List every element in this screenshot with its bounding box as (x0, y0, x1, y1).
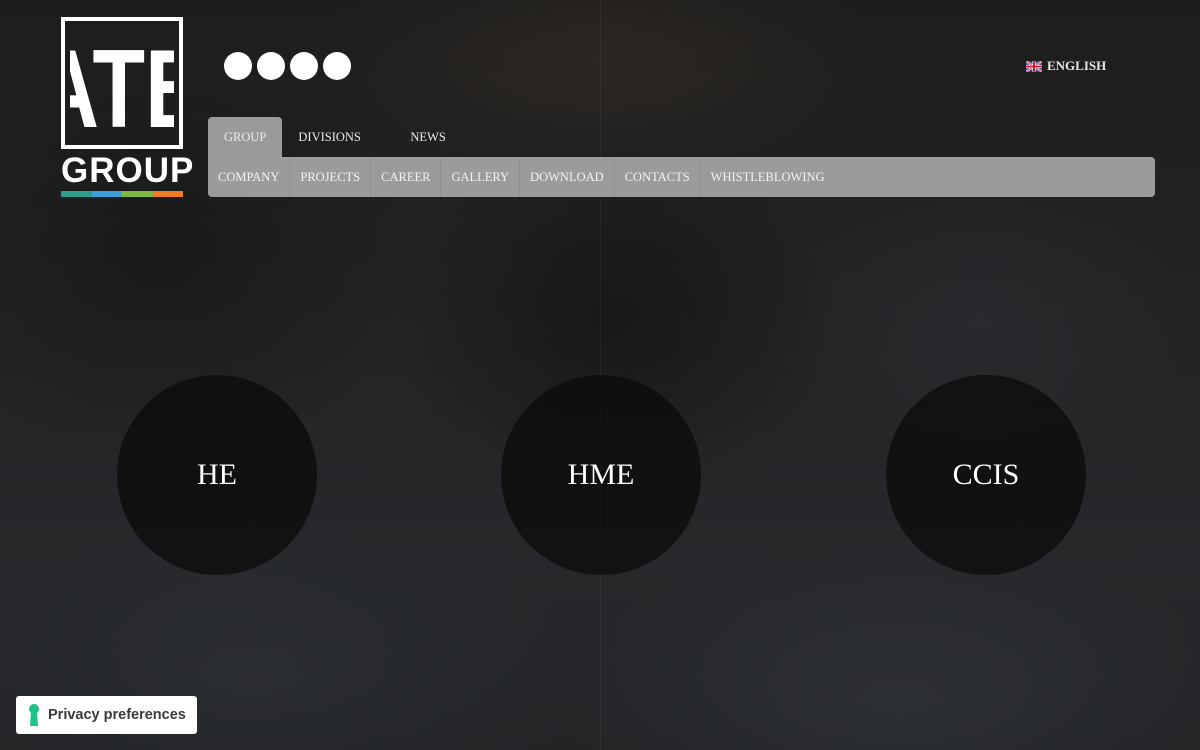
main-nav-tabs: GROUP DIVISIONS NEWS (208, 117, 462, 157)
logo-color-bar (61, 191, 183, 197)
submenu-item-company[interactable]: COMPANY (208, 157, 291, 197)
logo-bar-segment-2 (91, 191, 122, 197)
submenu-item-download[interactable]: DOWNLOAD (520, 157, 615, 197)
language-label: ENGLISH (1047, 58, 1107, 73)
submenu-item-contacts[interactable]: CONTACTS (615, 157, 701, 197)
logo-bar-segment-1 (61, 191, 92, 197)
page-background: ATB GROUP ENGLISH GROUP DIVISIONS N (0, 0, 1200, 750)
facebook-icon[interactable] (224, 52, 252, 80)
tab-group[interactable]: GROUP (208, 117, 283, 157)
submenu-item-projects[interactable]: PROJECTS (290, 157, 372, 197)
atb-group-logo[interactable]: ATB GROUP (61, 17, 195, 197)
logo-letters-graphic: ATB (70, 27, 174, 139)
logo-bar-segment-4 (152, 191, 183, 197)
submenu-item-gallery[interactable]: GALLERY (441, 157, 521, 197)
youtube-icon[interactable] (323, 52, 351, 80)
uk-flag-icon (1026, 60, 1042, 72)
division-ccis-button[interactable]: CCIS (886, 375, 1086, 575)
language-selector[interactable]: ENGLISH (1026, 58, 1106, 74)
twitter-icon[interactable] (257, 52, 285, 80)
logo-bar-segment-3 (122, 191, 153, 197)
division-he-button[interactable]: HE (117, 375, 317, 575)
submenu-item-career[interactable]: CAREER (371, 157, 442, 197)
group-submenu: COMPANY PROJECTS CAREER GALLERY DOWNLOAD… (208, 157, 1155, 197)
logo-letters: ATB (70, 27, 174, 139)
linkedin-icon[interactable] (290, 52, 318, 80)
privacy-preferences-button[interactable]: Privacy preferences (16, 696, 197, 734)
tab-divisions[interactable]: DIVISIONS (282, 117, 394, 157)
division-hme-button[interactable]: HME (501, 375, 701, 575)
logo-emblem: ATB (61, 17, 183, 149)
logo-wordmark: GROUP (61, 151, 195, 190)
keyhole-icon (29, 704, 39, 726)
tab-news[interactable]: NEWS (394, 117, 461, 157)
social-links (224, 52, 351, 80)
submenu-item-whistleblowing[interactable]: WHISTLEBLOWING (701, 157, 835, 197)
privacy-preferences-label: Privacy preferences (48, 707, 186, 723)
